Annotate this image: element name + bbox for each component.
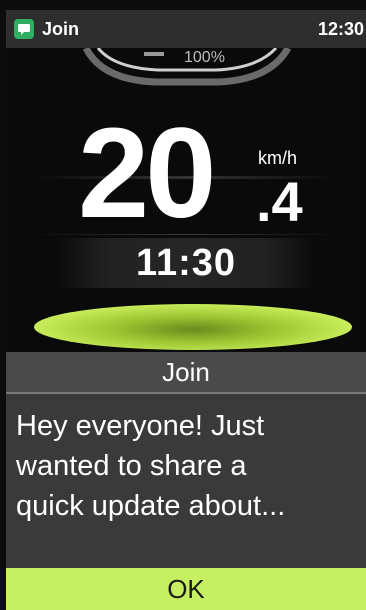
ok-button[interactable]: OK (6, 568, 366, 610)
dialog-title: Join (6, 352, 366, 392)
dialog-body: Hey everyone! Just wanted to share a qui… (6, 394, 366, 568)
message-line: wanted to share a (16, 450, 247, 482)
status-bar-app: Join (14, 19, 79, 40)
message-line: Hey everyone! Just (16, 410, 265, 442)
speed-decimal: .4 (256, 170, 303, 233)
speed-dashboard: 100% 20 km/h .4 11:30 (6, 48, 366, 352)
lime-disc (34, 304, 352, 350)
speed-value: 20 (78, 102, 216, 245)
app-name: Join (42, 18, 80, 39)
battery-percent: 100% (184, 49, 225, 66)
message-icon (14, 19, 34, 39)
clock-band: 11:30 (58, 238, 314, 288)
dialog-message: Hey everyone! Just wanted to share a qui… (16, 406, 346, 526)
dashboard-clock: 11:30 (135, 241, 237, 284)
message-line: quick update about... (16, 490, 286, 522)
status-bar-time: 12:30 (317, 18, 364, 39)
divider (26, 234, 346, 235)
speed-unit: km/h (258, 148, 298, 168)
status-bar: Join 12:30 (6, 10, 366, 48)
